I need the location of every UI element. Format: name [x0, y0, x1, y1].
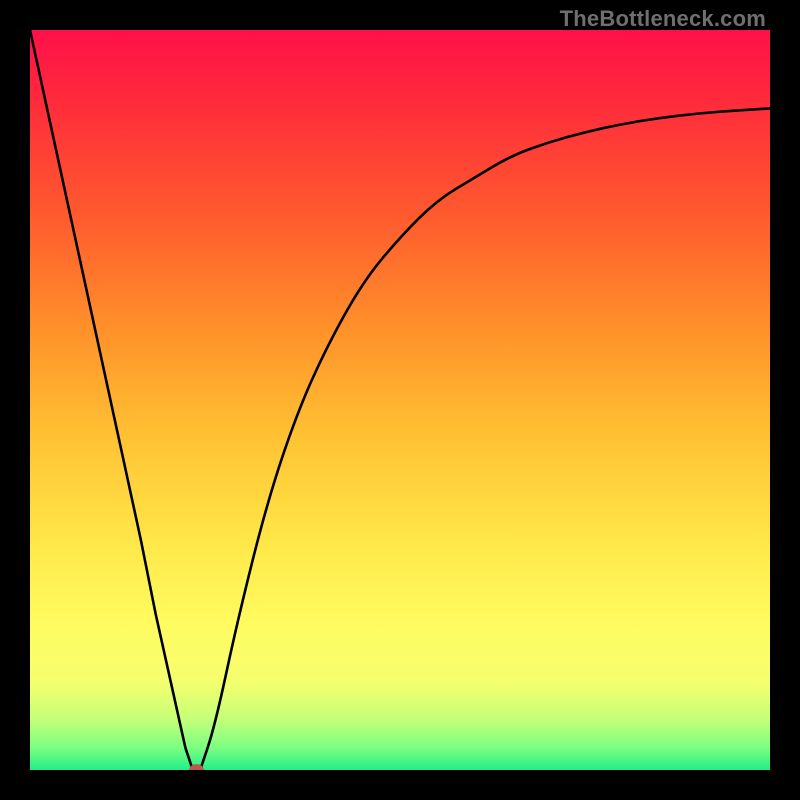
chart-frame: TheBottleneck.com [0, 0, 800, 800]
watermark-text: TheBottleneck.com [560, 6, 766, 32]
curve-layer [30, 30, 770, 770]
plot-area [30, 30, 770, 770]
bottleneck-curve [30, 30, 770, 770]
